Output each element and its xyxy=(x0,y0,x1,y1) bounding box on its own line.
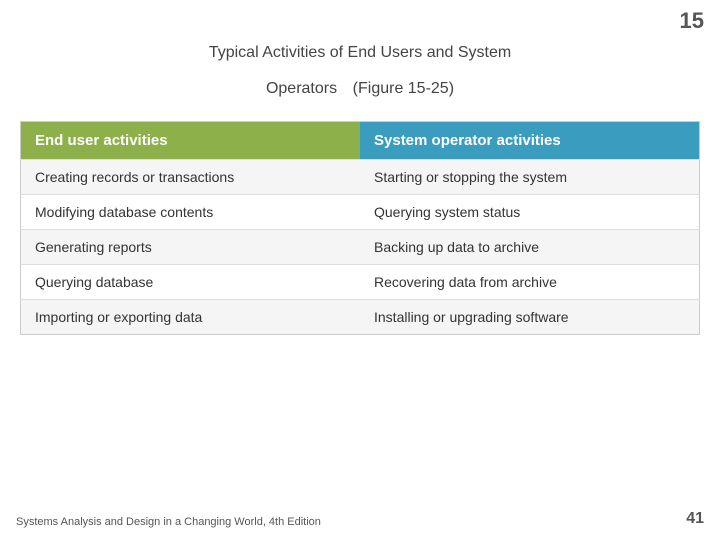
sys-op-cell: Starting or stopping the system xyxy=(360,159,700,194)
sys-op-header: System operator activities xyxy=(360,121,700,159)
footer-text: Systems Analysis and Design in a Changin… xyxy=(16,516,321,528)
sys-op-cell: Querying system status xyxy=(360,194,700,229)
sys-op-cell: Backing up data to archive xyxy=(360,229,700,264)
table-row: Creating records or transactionsStarting… xyxy=(21,159,700,194)
table-row: Modifying database contentsQuerying syst… xyxy=(21,194,700,229)
table-row: Generating reportsBacking up data to arc… xyxy=(21,229,700,264)
title-area: Typical Activities of End Users and Syst… xyxy=(0,0,720,121)
end-user-cell: Querying database xyxy=(21,264,361,299)
table-row: Importing or exporting dataInstalling or… xyxy=(21,299,700,334)
activities-table-container: End user activities System operator acti… xyxy=(20,121,700,335)
end-user-cell: Generating reports xyxy=(21,229,361,264)
sys-op-cell: Recovering data from archive xyxy=(360,264,700,299)
page-title: Typical Activities of End Users and Syst… xyxy=(20,30,700,103)
end-user-header: End user activities xyxy=(21,121,361,159)
page-number: 41 xyxy=(686,510,704,528)
sys-op-cell: Installing or upgrading software xyxy=(360,299,700,334)
end-user-cell: Importing or exporting data xyxy=(21,299,361,334)
activities-table: End user activities System operator acti… xyxy=(20,121,700,335)
end-user-cell: Creating records or transactions xyxy=(21,159,361,194)
chapter-number: 15 xyxy=(680,8,704,34)
end-user-cell: Modifying database contents xyxy=(21,194,361,229)
table-row: Querying databaseRecovering data from ar… xyxy=(21,264,700,299)
